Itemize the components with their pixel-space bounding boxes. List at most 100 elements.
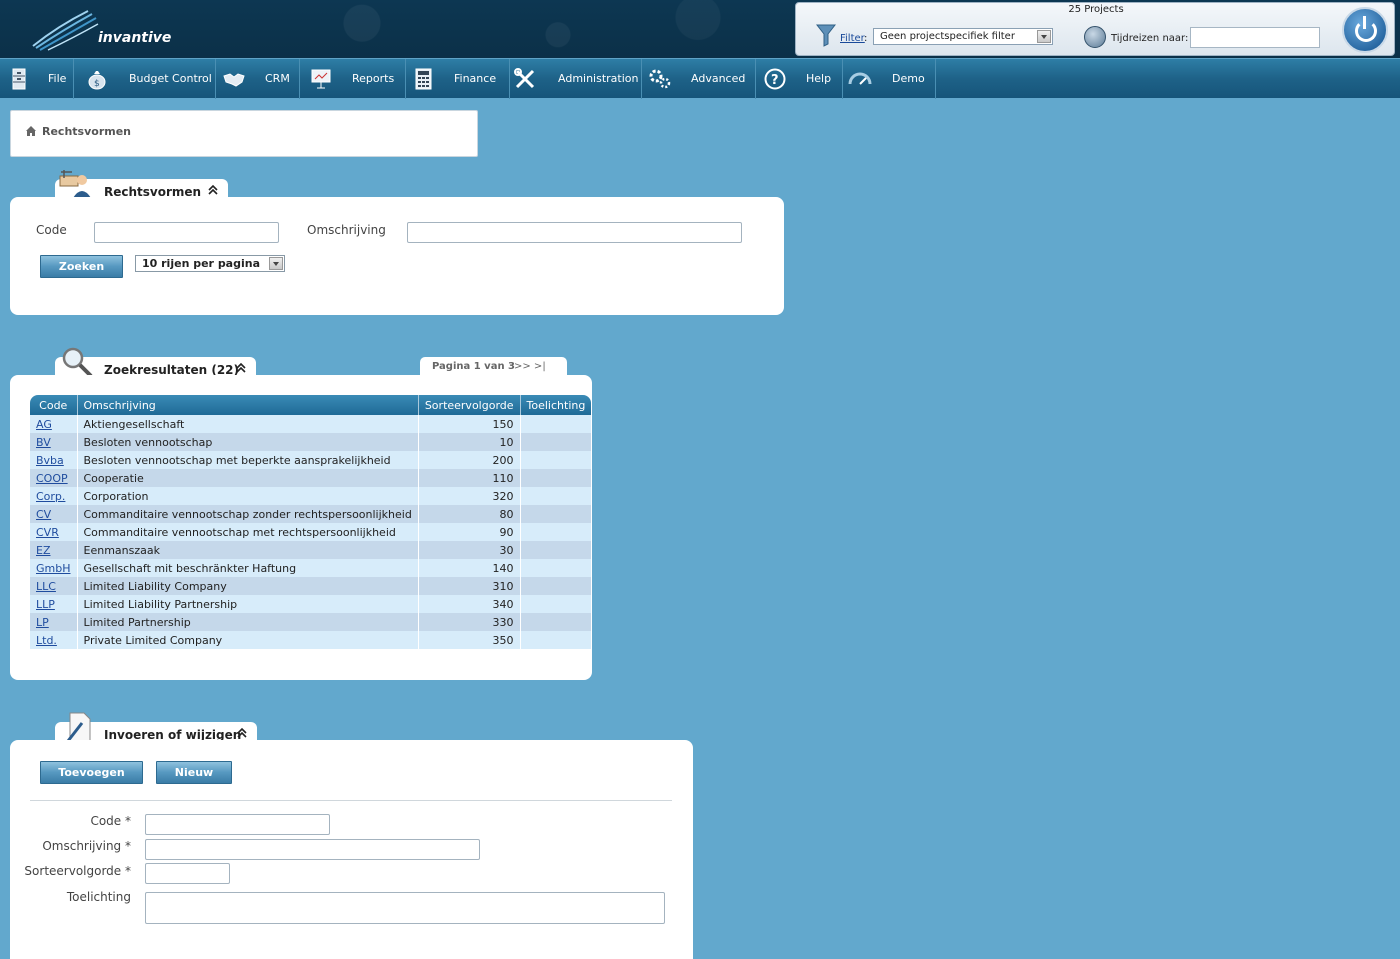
code-label: Code xyxy=(36,223,67,237)
column-header-toelichting[interactable]: Toelichting xyxy=(520,395,592,415)
question-icon: ? xyxy=(764,68,786,90)
breadcrumb: Rechtsvormen xyxy=(10,110,478,157)
code-search-input[interactable] xyxy=(94,222,279,243)
edit-code-input[interactable] xyxy=(145,814,330,835)
project-filter-select[interactable]: Geen projectspecifiek filter xyxy=(873,28,1053,45)
omschrijving-search-input[interactable] xyxy=(407,222,742,243)
filter-box: 25 Projects Filter : Geen projectspecifi… xyxy=(795,2,1395,56)
handshake-icon xyxy=(223,73,245,87)
table-row: LLP Limited Liability Partnership 340 xyxy=(30,595,592,613)
chevron-down-icon[interactable] xyxy=(269,257,283,270)
menu-administration[interactable]: Administration xyxy=(510,59,642,99)
cell-omschrijving: Gesellschaft mit beschränkter Haftung xyxy=(77,559,419,577)
cell-code: CVR xyxy=(30,523,78,541)
menu-reports[interactable]: Reports xyxy=(300,59,406,99)
code-link[interactable]: CVR xyxy=(36,526,59,539)
rows-per-page-value: 10 rijen per pagina xyxy=(142,257,261,270)
collapse-icon[interactable] xyxy=(206,183,220,197)
cell-sorteervolgorde: 350 xyxy=(418,631,521,649)
menu-demo[interactable]: Demo xyxy=(843,59,936,99)
menu-finance-label: Finance xyxy=(454,72,497,85)
table-row: AG Aktiengesellschaft 150 xyxy=(30,415,592,433)
cell-sorteervolgorde: 320 xyxy=(418,487,521,505)
code-link[interactable]: LP xyxy=(36,616,49,629)
code-link[interactable]: LLC xyxy=(36,580,56,593)
code-link[interactable]: CV xyxy=(36,508,51,521)
code-link[interactable]: LLP xyxy=(36,598,55,611)
cell-toelichting xyxy=(520,469,592,487)
code-link[interactable]: AG xyxy=(36,418,52,431)
menu-budget-control[interactable]: $ Budget Control xyxy=(74,59,216,99)
logo[interactable]: invantive xyxy=(28,6,171,52)
code-link[interactable]: EZ xyxy=(36,544,51,557)
menu-finance[interactable]: Finance xyxy=(406,59,510,99)
cell-toelichting xyxy=(520,541,592,559)
project-filter-value: Geen projectspecifiek filter xyxy=(880,31,1015,42)
cell-toelichting xyxy=(520,415,592,433)
menu-advanced[interactable]: Advanced xyxy=(642,59,756,99)
cell-omschrijving: Besloten vennootschap met beperkte aansp… xyxy=(77,451,419,469)
funnel-icon xyxy=(816,24,836,47)
cell-code: BV xyxy=(30,433,78,451)
column-header-sorteervolgorde[interactable]: Sorteervolgorde xyxy=(418,395,521,415)
cell-toelichting xyxy=(520,577,592,595)
code-link[interactable]: Bvba xyxy=(36,454,64,467)
column-header-code[interactable]: Code xyxy=(30,395,78,415)
cell-omschrijving: Commanditaire vennootschap met rechtsper… xyxy=(77,523,419,541)
table-row: LP Limited Partnership 330 xyxy=(30,613,592,631)
code-link[interactable]: BV xyxy=(36,436,51,449)
edit-toelichting-textarea[interactable] xyxy=(145,892,665,924)
new-button[interactable]: Nieuw xyxy=(156,761,232,784)
code-link[interactable]: Ltd. xyxy=(36,634,57,647)
cell-toelichting xyxy=(520,559,592,577)
cell-omschrijving: Commanditaire vennootschap zonder rechts… xyxy=(77,505,419,523)
money-bag-icon: $ xyxy=(88,71,106,90)
code-link[interactable]: Corp. xyxy=(36,490,65,503)
edit-sorteervolgorde-label: Sorteervolgorde * xyxy=(24,864,131,878)
collapse-icon[interactable] xyxy=(234,361,248,375)
cell-toelichting xyxy=(520,595,592,613)
pagination: Pagina 1 van 3 >> >| xyxy=(420,357,567,377)
menu-crm[interactable]: CRM xyxy=(216,59,300,99)
cell-sorteervolgorde: 140 xyxy=(418,559,521,577)
home-icon[interactable] xyxy=(25,125,37,137)
menu-demo-label: Demo xyxy=(892,72,925,85)
cell-omschrijving: Cooperatie xyxy=(77,469,419,487)
next-last-page-link[interactable]: >> >| xyxy=(514,361,546,372)
table-header-row: Code Omschrijving Sorteervolgorde Toelic… xyxy=(30,395,592,415)
cell-code: AG xyxy=(30,415,78,433)
cell-code: Ltd. xyxy=(30,631,78,649)
presentation-icon xyxy=(311,69,331,89)
table-row: LLC Limited Liability Company 310 xyxy=(30,577,592,595)
edit-code-label: Code * xyxy=(90,814,131,828)
cell-code: CV xyxy=(30,505,78,523)
table-row: EZ Eenmanszaak 30 xyxy=(30,541,592,559)
search-button[interactable]: Zoeken xyxy=(40,255,123,278)
cell-code: LLC xyxy=(30,577,78,595)
cell-code: Bvba xyxy=(30,451,78,469)
cell-toelichting xyxy=(520,523,592,541)
menu-reports-label: Reports xyxy=(352,72,395,85)
add-button[interactable]: Toevoegen xyxy=(40,761,143,784)
time-travel-input[interactable] xyxy=(1190,27,1320,48)
collapse-icon[interactable] xyxy=(235,726,249,740)
filter-link[interactable]: Filter xyxy=(840,33,865,44)
cell-code: LP xyxy=(30,613,78,631)
cell-omschrijving: Limited Liability Company xyxy=(77,577,419,595)
code-link[interactable]: COOP xyxy=(36,472,68,485)
code-link[interactable]: GmbH xyxy=(36,562,71,575)
calculator-icon xyxy=(415,68,432,90)
chevron-down-icon[interactable] xyxy=(1037,30,1051,43)
edit-omschrijving-input[interactable] xyxy=(145,839,480,860)
menu-file[interactable]: File xyxy=(0,59,74,99)
table-row: COOP Cooperatie 110 xyxy=(30,469,592,487)
edit-sorteervolgorde-input[interactable] xyxy=(145,863,230,884)
column-header-omschrijving[interactable]: Omschrijving xyxy=(77,395,419,415)
main-menu: File $ Budget Control CRM Reports Financ… xyxy=(0,58,1400,99)
rows-per-page-select[interactable]: 10 rijen per pagina xyxy=(135,255,285,272)
menu-help[interactable]: ? Help xyxy=(756,59,843,99)
filter-colon: : xyxy=(864,33,868,44)
results-table: Code Omschrijving Sorteervolgorde Toelic… xyxy=(30,395,592,649)
logout-power-button[interactable] xyxy=(1342,7,1388,53)
gauge-icon xyxy=(848,72,872,85)
